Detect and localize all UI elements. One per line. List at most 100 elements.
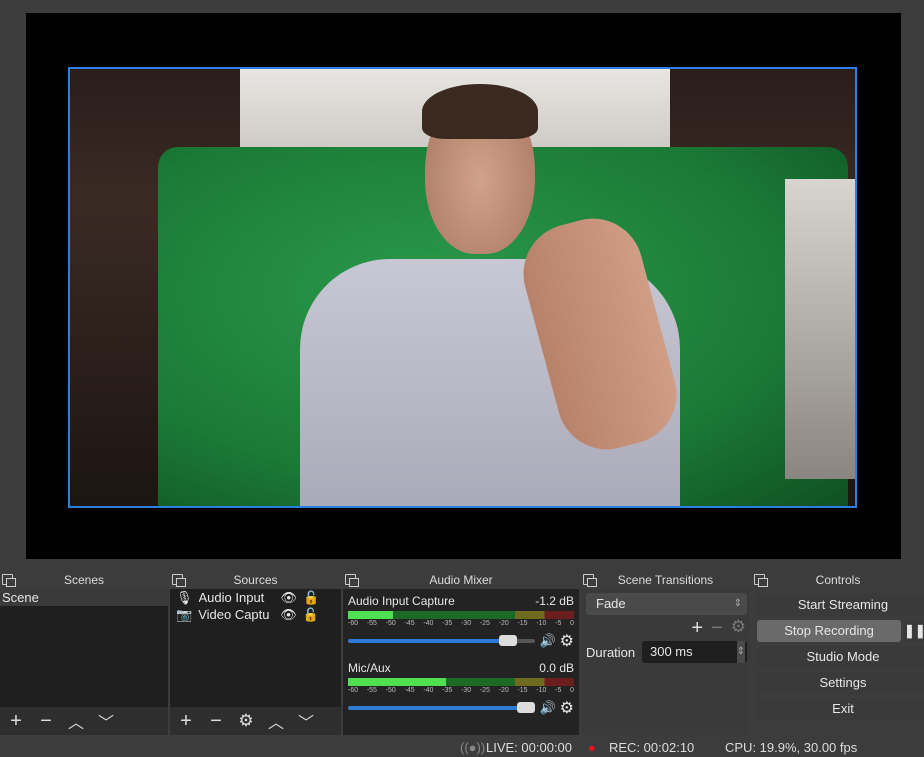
source-name: Audio Input [198, 590, 265, 605]
broadcast-icon: ((●)) [460, 740, 486, 755]
dock-title-text: Scenes [63, 573, 105, 587]
volume-fill [348, 706, 536, 710]
eye-icon[interactable]: 👁 [281, 590, 298, 606]
duration-value: 300 ms [650, 644, 693, 659]
scale-tick: -55 [366, 687, 377, 694]
scale-tick: 0 [570, 687, 574, 694]
channel-db: -1.2 dB [535, 594, 574, 608]
gear-icon[interactable]: ⚙ [731, 617, 746, 640]
speaker-icon[interactable]: 🔊 [539, 633, 555, 649]
meter-scale: -60 -55 -50 -45 -40 -35 -30 -25 -20 -15 -10 -5 0 [348, 687, 574, 694]
remove-scene-button[interactable]: − [34, 710, 58, 733]
channel-name: Mic/Aux [348, 661, 391, 675]
scene-transitions-panel: Fade ⇕ + − ⚙ Duration 300 ms ⇕ [581, 589, 750, 735]
undock-icon[interactable] [2, 574, 16, 587]
sources-list: 🎙 Audio Input 👁 🔓 📷 Video Captu 👁 🔓 [170, 589, 341, 707]
rec-dot-icon: ● [588, 740, 596, 755]
source-name: Video Captu [198, 607, 270, 622]
channel-name: Audio Input Capture [348, 594, 455, 608]
meter-level [348, 611, 394, 619]
scenes-list: Scene [0, 589, 168, 707]
studio-mode-button[interactable]: Studio Mode [757, 646, 924, 668]
scale-tick: -35 [442, 620, 453, 627]
mixer-channel: Mic/Aux 0.0 dB -60 -55 -50 -45 -40 -35 -30 -25 -2… [348, 661, 574, 718]
scale-tick: -25 [479, 687, 490, 694]
scale-tick: -45 [404, 620, 415, 627]
move-down-button[interactable]: ﹀ [294, 709, 318, 733]
dock-title-text: Audio Mixer [429, 573, 493, 587]
duration-input[interactable]: 300 ms ⇕ [642, 641, 747, 663]
settings-button[interactable]: Settings [757, 672, 924, 694]
mixer-dock-title: Audio Mixer [343, 572, 579, 589]
chevron-updown-icon: ⇕ [733, 598, 742, 609]
scenes-toolbar: + − ︿ ﹀ [0, 707, 168, 735]
scale-tick: -15 [517, 687, 528, 694]
dock-title-text: Controls [815, 573, 861, 587]
scale-tick: -40 [423, 687, 434, 694]
remove-transition-button[interactable]: − [711, 617, 723, 640]
video-capture-source[interactable] [68, 67, 857, 508]
move-up-button[interactable]: ︿ [64, 709, 88, 733]
cpu-status: CPU: 19.9%, 30.00 fps [725, 740, 858, 755]
mixer-channel: Audio Input Capture -1.2 dB -60 -55 -50 -45 -… [348, 594, 574, 651]
speaker-icon[interactable]: 🔊 [539, 700, 555, 716]
meter-level [348, 678, 446, 686]
volume-slider-handle[interactable] [498, 635, 517, 646]
preview-area [0, 0, 924, 565]
scale-tick: -50 [385, 620, 396, 627]
volume-meter [348, 678, 574, 686]
scale-tick: -60 [348, 620, 359, 627]
move-down-button[interactable]: ﹀ [94, 709, 118, 733]
undock-icon[interactable] [754, 574, 768, 587]
wall-posters [785, 179, 855, 479]
channel-db: 0.0 dB [539, 661, 574, 675]
person-hair [422, 84, 538, 139]
volume-slider-handle[interactable] [517, 702, 536, 713]
gear-icon[interactable]: ⚙ [234, 711, 258, 731]
source-item[interactable]: 🎙 Audio Input 👁 🔓 [170, 589, 341, 606]
audio-mixer-panel: Audio Input Capture -1.2 dB -60 -55 -50 -45-… [343, 589, 579, 735]
volume-meter [348, 611, 574, 619]
pause-recording-button[interactable]: ❚❚ [904, 620, 924, 642]
scale-tick: -30 [460, 687, 472, 694]
transitions-dock-title: Scene Transitions [581, 572, 750, 589]
meter-scale: -60 -55 -50 -45 -40 -35 -30 -25 -20 -15 -10 -5 0 [348, 620, 574, 627]
exit-button[interactable]: Exit [757, 698, 924, 720]
scenes-panel: Scene + − ︿ ﹀ [0, 589, 168, 735]
unlock-icon[interactable]: 🔓 [303, 607, 319, 623]
start-streaming-button[interactable]: Start Streaming [757, 594, 924, 616]
microphone-icon: 🎙 [176, 589, 193, 605]
gear-icon[interactable]: ⚙ [560, 698, 574, 718]
move-up-button[interactable]: ︿ [264, 709, 288, 733]
scale-tick: -15 [517, 620, 528, 627]
dock-title-text: Sources [233, 573, 278, 587]
undock-icon[interactable] [345, 574, 359, 587]
scenes-dock-title: Scenes [0, 572, 168, 589]
scale-tick: -25 [479, 620, 490, 627]
transition-select[interactable]: Fade ⇕ [586, 593, 747, 615]
stop-recording-button[interactable]: Stop Recording [757, 620, 901, 642]
undock-icon[interactable] [583, 574, 597, 587]
scale-tick: -5 [555, 687, 562, 694]
scale-tick: -55 [366, 620, 377, 627]
add-source-button[interactable]: + [174, 710, 198, 733]
gear-icon[interactable]: ⚙ [560, 631, 574, 651]
scene-item[interactable]: Scene [0, 589, 168, 606]
source-item[interactable]: 📷 Video Captu 👁 🔓 [170, 606, 341, 623]
scale-tick: -10 [536, 620, 547, 627]
undock-icon[interactable] [172, 574, 186, 587]
volume-slider[interactable] [348, 702, 536, 713]
scale-tick: -30 [460, 620, 472, 627]
scale-tick: -5 [555, 620, 562, 627]
add-scene-button[interactable]: + [4, 710, 28, 733]
scale-tick: -20 [498, 620, 509, 627]
volume-slider[interactable] [348, 635, 536, 646]
eye-icon[interactable]: 👁 [280, 607, 297, 623]
unlock-icon[interactable]: 🔓 [303, 590, 319, 606]
controls-dock-title: Controls [752, 572, 924, 589]
stepper-icon[interactable]: ⇕ [736, 641, 745, 663]
scale-tick: -40 [423, 620, 434, 627]
scale-tick: -10 [536, 687, 547, 694]
remove-source-button[interactable]: − [204, 710, 228, 733]
add-transition-button[interactable]: + [691, 617, 703, 640]
